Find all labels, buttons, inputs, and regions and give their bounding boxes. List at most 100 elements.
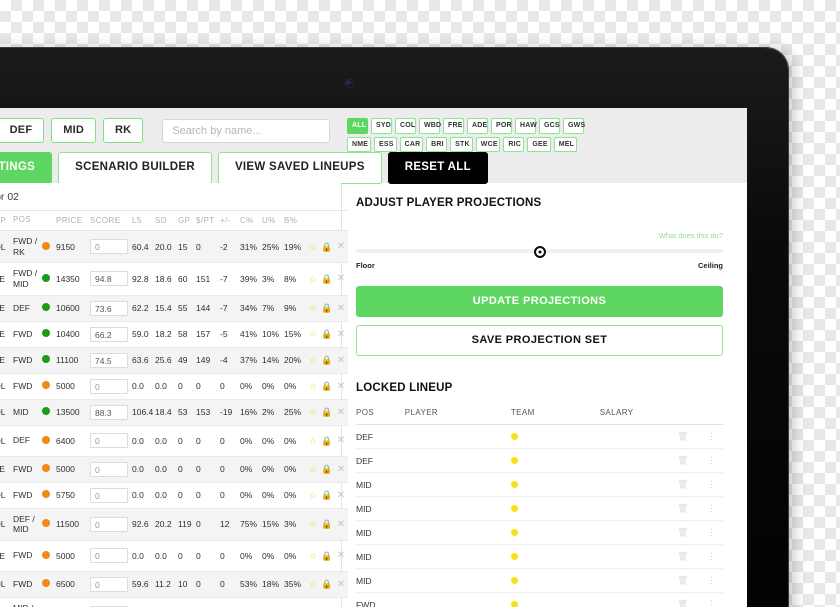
col-dollar-per-point[interactable]: $/PT bbox=[196, 210, 220, 231]
col-pos[interactable]: POS bbox=[13, 210, 42, 231]
team-filter-col[interactable]: COL bbox=[395, 118, 416, 134]
table-row[interactable]: BRANDON JACKSYDCOLFWD6500059.611.2100053… bbox=[0, 571, 348, 598]
team-filter-wbd[interactable]: WBD bbox=[419, 118, 441, 134]
team-filter-gcs[interactable]: GCS bbox=[539, 118, 560, 134]
table-row[interactable]: JAKE STRINGERWBDFREFWD1040066.259.018.25… bbox=[0, 321, 348, 348]
team-filter-stk[interactable]: STK bbox=[450, 136, 473, 153]
trash-icon[interactable]: 🗑 bbox=[665, 496, 701, 521]
cell-score[interactable]: 66.2 bbox=[90, 321, 132, 348]
col-plus-minus[interactable]: +/- bbox=[220, 210, 240, 231]
col-b-pct[interactable]: B% bbox=[284, 210, 306, 231]
lock-icon[interactable]: 🔒 bbox=[320, 540, 334, 572]
lock-icon[interactable]: 🔒 bbox=[320, 295, 334, 322]
trash-icon[interactable]: 🗑 bbox=[665, 568, 701, 593]
drag-handle-icon[interactable]: ⋮ bbox=[700, 496, 723, 521]
close-icon[interactable]: ✕ bbox=[334, 373, 348, 400]
drag-handle-icon[interactable]: ⋮ bbox=[700, 544, 723, 569]
table-row[interactable]: PATRICK LIPINSKIWBDFREMID /FWD620000.00.… bbox=[0, 597, 348, 607]
team-filter-fre[interactable]: FRE bbox=[443, 118, 464, 134]
score-input[interactable]: 88.3 bbox=[90, 404, 128, 420]
score-input[interactable]: 0 bbox=[90, 548, 128, 564]
close-icon[interactable]: ✕ bbox=[334, 456, 348, 483]
lock-icon[interactable]: 🔒 bbox=[320, 597, 334, 607]
cell-score[interactable]: 0 bbox=[90, 456, 132, 483]
trash-icon[interactable]: 🗑 bbox=[665, 424, 701, 449]
position-filter-rk[interactable]: RK bbox=[103, 118, 144, 143]
score-input[interactable]: 0 bbox=[90, 378, 128, 394]
team-filter-car[interactable]: CAR bbox=[399, 136, 424, 153]
what-does-this-do-link[interactable]: What does this do? bbox=[356, 231, 723, 240]
drag-handle-icon[interactable]: ⋮ bbox=[700, 472, 723, 497]
search-input[interactable] bbox=[162, 118, 331, 143]
close-icon[interactable]: ✕ bbox=[334, 425, 348, 457]
scenario-builder-button[interactable]: SCENARIO BUILDER bbox=[58, 152, 212, 184]
cell-score[interactable]: 0 bbox=[90, 540, 132, 572]
star-icon[interactable]: ☆ bbox=[306, 230, 320, 264]
table-row[interactable]: EASTON WOODWBDFREDEF1060073.662.215.4551… bbox=[0, 295, 348, 322]
lock-icon[interactable]: 🔒 bbox=[320, 230, 334, 264]
lineup-row[interactable]: DEF 🗑 ⋮ bbox=[356, 424, 723, 449]
trash-icon[interactable]: 🗑 bbox=[665, 448, 701, 473]
star-icon[interactable]: ☆ bbox=[306, 321, 320, 348]
star-icon[interactable]: ☆ bbox=[306, 262, 320, 296]
lock-icon[interactable]: 🔒 bbox=[320, 321, 334, 348]
drag-handle-icon[interactable]: ⋮ bbox=[700, 424, 723, 449]
team-filter-gws[interactable]: GWS bbox=[563, 118, 585, 134]
score-input[interactable]: 0 bbox=[90, 516, 128, 532]
position-filter-mid[interactable]: MID bbox=[51, 118, 97, 143]
team-filter-syd[interactable]: SYD bbox=[371, 118, 392, 134]
star-icon[interactable]: ☆ bbox=[306, 597, 320, 607]
star-icon[interactable]: ☆ bbox=[306, 295, 320, 322]
team-filter-ess[interactable]: ESS bbox=[373, 136, 397, 153]
star-icon[interactable]: ☆ bbox=[306, 456, 320, 483]
team-filter-gee[interactable]: GEE bbox=[527, 136, 551, 153]
col-gp[interactable]: GP bbox=[178, 210, 196, 231]
lineup-row[interactable]: MID 🗑 ⋮ bbox=[356, 544, 723, 569]
slider-handle[interactable] bbox=[533, 246, 546, 258]
table-row[interactable]: JAKE LLOYDSYDCOLMID1350088.3106.418.4531… bbox=[0, 399, 348, 426]
drag-handle-icon[interactable]: ⋮ bbox=[700, 592, 723, 607]
lock-icon[interactable]: 🔒 bbox=[320, 262, 334, 296]
cell-score[interactable]: 0 bbox=[90, 597, 132, 607]
col-score[interactable]: SCORE bbox=[90, 210, 132, 231]
col-opp[interactable]: OPP bbox=[0, 210, 13, 231]
col-u-pct[interactable]: U% bbox=[262, 210, 284, 231]
col-l5[interactable]: L5 bbox=[132, 210, 155, 231]
update-projections-button[interactable]: UPDATE PROJECTIONS bbox=[356, 286, 723, 317]
team-filter-mel[interactable]: MEL bbox=[553, 136, 577, 153]
lineup-row[interactable]: FWD 🗑 ⋮ bbox=[356, 592, 723, 607]
close-icon[interactable]: ✕ bbox=[334, 540, 348, 572]
col-price[interactable]: PRICE bbox=[56, 210, 90, 231]
lock-icon[interactable]: 🔒 bbox=[320, 571, 334, 598]
view-saved-lineups-button[interactable]: VIEW SAVED LINEUPS bbox=[217, 152, 382, 184]
lock-icon[interactable]: 🔒 bbox=[320, 399, 334, 426]
lock-icon[interactable]: 🔒 bbox=[320, 425, 334, 457]
star-icon[interactable]: ☆ bbox=[306, 540, 320, 572]
team-filter-ade[interactable]: ADE bbox=[467, 118, 488, 134]
star-icon[interactable]: ☆ bbox=[306, 508, 320, 541]
cell-score[interactable]: 0 bbox=[90, 571, 132, 598]
col-c-pct[interactable]: C% bbox=[240, 210, 262, 231]
cell-score[interactable]: 0 bbox=[90, 425, 132, 457]
lineup-row[interactable]: MID 🗑 ⋮ bbox=[356, 520, 723, 545]
score-input[interactable]: 0 bbox=[90, 461, 128, 477]
score-input[interactable]: 74.5 bbox=[90, 352, 128, 368]
lineup-row[interactable]: MID 🗑 ⋮ bbox=[356, 568, 723, 593]
score-input[interactable]: 73.6 bbox=[90, 300, 128, 316]
trash-icon[interactable]: 🗑 bbox=[665, 472, 701, 497]
col-sd[interactable]: SD bbox=[155, 210, 178, 231]
team-filter-ric[interactable]: RIC bbox=[503, 136, 525, 153]
lock-icon[interactable]: 🔒 bbox=[320, 347, 334, 374]
close-icon[interactable]: ✕ bbox=[334, 262, 348, 296]
projection-slider[interactable] bbox=[356, 246, 723, 258]
team-filter-wce[interactable]: WCE bbox=[475, 136, 501, 153]
lineup-row[interactable]: MID 🗑 ⋮ bbox=[356, 472, 723, 497]
reset-all-button[interactable]: RESET ALL bbox=[387, 152, 488, 184]
table-row[interactable]: TRAVIS CLOKEWBDFREFWD1110074.563.625.649… bbox=[0, 347, 348, 374]
lineup-row[interactable]: MID 🗑 ⋮ bbox=[356, 496, 723, 521]
drag-handle-icon[interactable]: ⋮ bbox=[700, 568, 723, 593]
cell-score[interactable]: 0 bbox=[90, 508, 132, 541]
table-row[interactable]: FERGUS GREENEWBDFREFWD500000.00.00000%0%… bbox=[0, 540, 348, 572]
table-row[interactable]: JARRAD MCVEIGHSYDCOLDEF /MID11500092.620… bbox=[0, 508, 348, 541]
cell-score[interactable]: 74.5 bbox=[90, 347, 132, 374]
